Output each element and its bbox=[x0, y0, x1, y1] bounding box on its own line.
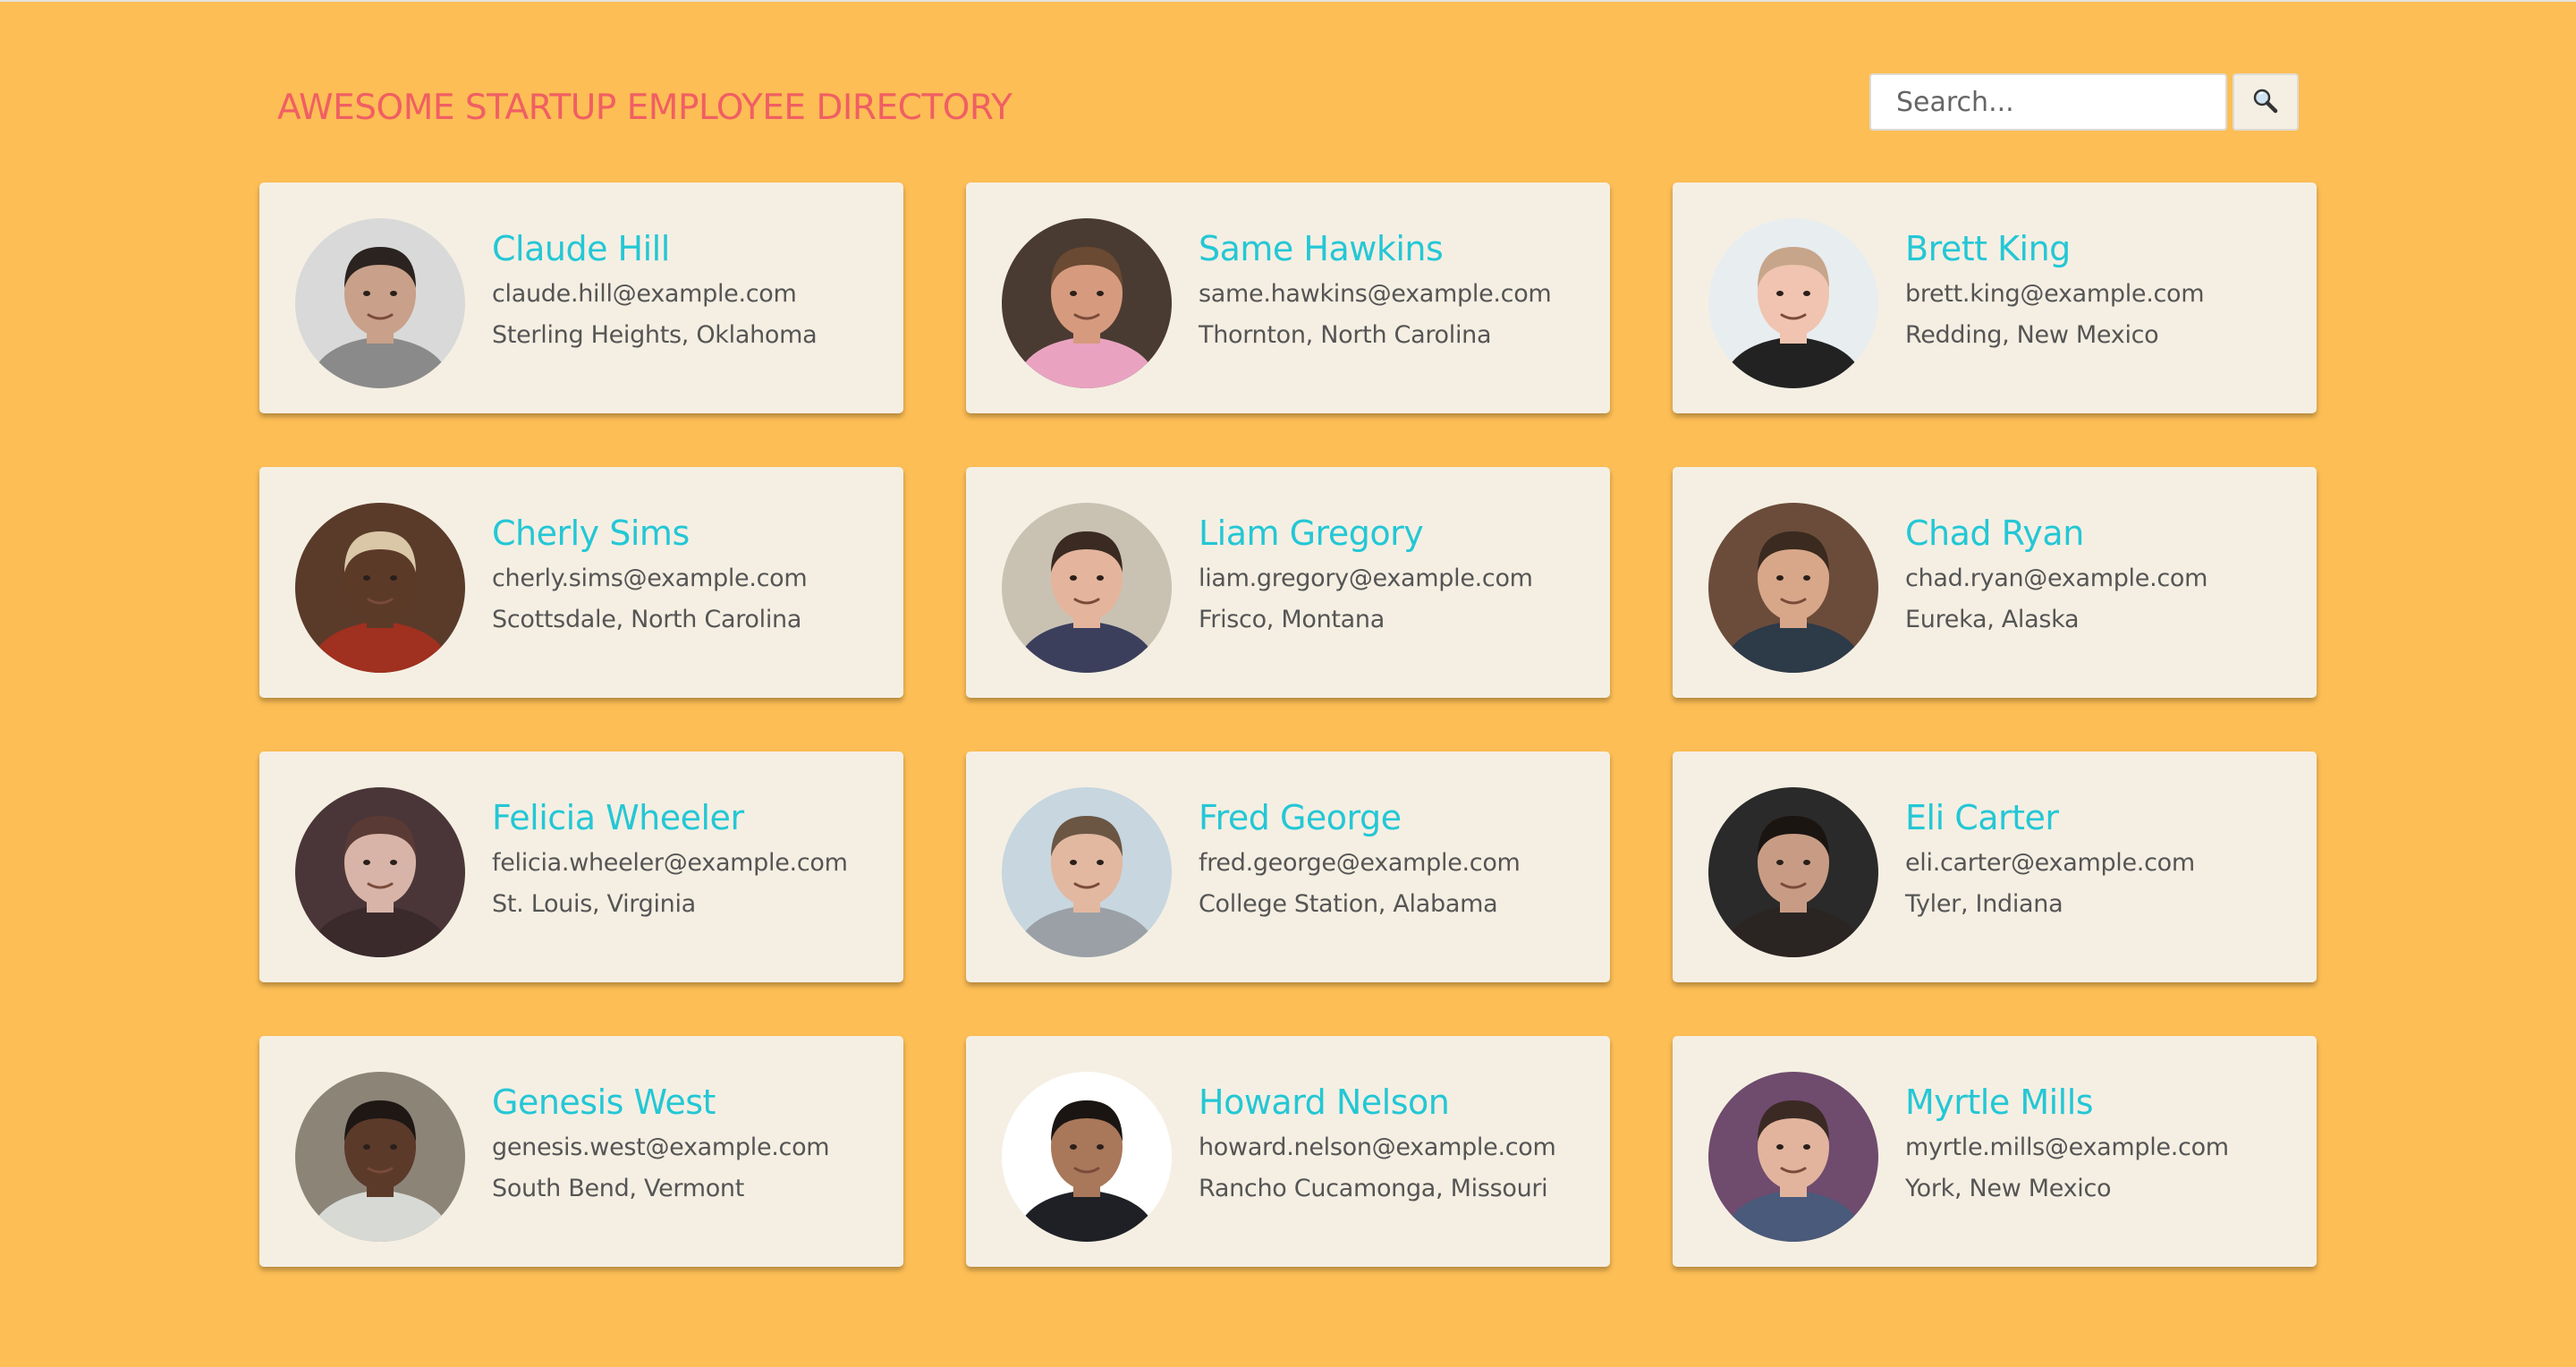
employee-card[interactable]: Chad Ryan chad.ryan@example.com Eureka, … bbox=[1673, 467, 2317, 698]
avatar-photo bbox=[295, 787, 465, 957]
employee-name: Claude Hill bbox=[492, 229, 670, 268]
avatar bbox=[295, 787, 465, 957]
employee-email: eli.carter@example.com bbox=[1905, 849, 2195, 877]
avatar bbox=[1708, 218, 1878, 388]
employee-email: claude.hill@example.com bbox=[492, 280, 797, 308]
search-input[interactable] bbox=[1869, 73, 2227, 131]
avatar bbox=[1002, 218, 1172, 388]
employee-name: Eli Carter bbox=[1905, 798, 2059, 837]
employee-card[interactable]: Genesis West genesis.west@example.com So… bbox=[259, 1036, 903, 1267]
avatar-photo bbox=[1002, 787, 1172, 957]
avatar bbox=[295, 218, 465, 388]
employee-location: Frisco, Montana bbox=[1199, 606, 1385, 633]
avatar-photo bbox=[295, 1072, 465, 1242]
employee-name: Howard Nelson bbox=[1199, 1083, 1450, 1122]
employee-name: Fred George bbox=[1199, 798, 1402, 837]
avatar-photo bbox=[1708, 787, 1878, 957]
avatar-photo bbox=[1708, 503, 1878, 673]
employee-info: Cherly Sims cherly.sims@example.com Scot… bbox=[492, 514, 886, 641]
avatar bbox=[1708, 787, 1878, 957]
employee-location: Redding, New Mexico bbox=[1905, 321, 2159, 349]
employee-email: genesis.west@example.com bbox=[492, 1134, 830, 1161]
magnifier-icon bbox=[2250, 86, 2281, 119]
employee-location: Scottsdale, North Carolina bbox=[492, 606, 802, 633]
avatar bbox=[295, 1072, 465, 1242]
employee-location: Eureka, Alaska bbox=[1905, 606, 2080, 633]
avatar-photo bbox=[295, 503, 465, 673]
employee-info: Myrtle Mills myrtle.mills@example.com Yo… bbox=[1905, 1083, 2299, 1210]
employee-card[interactable]: Felicia Wheeler felicia.wheeler@example.… bbox=[259, 751, 903, 982]
employee-email: brett.king@example.com bbox=[1905, 280, 2205, 308]
employee-email: myrtle.mills@example.com bbox=[1905, 1134, 2229, 1161]
employee-info: Felicia Wheeler felicia.wheeler@example.… bbox=[492, 798, 886, 925]
employee-card[interactable]: Same Hawkins same.hawkins@example.com Th… bbox=[966, 183, 1610, 413]
avatar-photo bbox=[1002, 503, 1172, 673]
search-form bbox=[1869, 73, 2299, 131]
employee-name: Myrtle Mills bbox=[1905, 1083, 2094, 1122]
employee-info: Same Hawkins same.hawkins@example.com Th… bbox=[1199, 229, 1592, 356]
employee-card[interactable]: Howard Nelson howard.nelson@example.com … bbox=[966, 1036, 1610, 1267]
employee-location: York, New Mexico bbox=[1905, 1175, 2112, 1202]
employee-location: Thornton, North Carolina bbox=[1199, 321, 1492, 349]
employee-info: Howard Nelson howard.nelson@example.com … bbox=[1199, 1083, 1592, 1210]
employee-name: Cherly Sims bbox=[492, 514, 690, 553]
avatar bbox=[1002, 787, 1172, 957]
employee-info: Fred George fred.george@example.com Coll… bbox=[1199, 798, 1592, 925]
employee-location: Rancho Cucamonga, Missouri bbox=[1199, 1175, 1548, 1202]
search-button[interactable] bbox=[2233, 73, 2299, 131]
avatar-photo bbox=[295, 218, 465, 388]
employee-email: same.hawkins@example.com bbox=[1199, 280, 1552, 308]
avatar-photo bbox=[1002, 1072, 1172, 1242]
avatar-photo bbox=[1002, 218, 1172, 388]
employee-card[interactable]: Claude Hill claude.hill@example.com Ster… bbox=[259, 183, 903, 413]
employee-email: felicia.wheeler@example.com bbox=[492, 849, 848, 877]
employee-name: Genesis West bbox=[492, 1083, 716, 1122]
employee-name: Brett King bbox=[1905, 229, 2071, 268]
employee-email: chad.ryan@example.com bbox=[1905, 565, 2208, 592]
employee-card[interactable]: Eli Carter eli.carter@example.com Tyler,… bbox=[1673, 751, 2317, 982]
employee-name: Chad Ryan bbox=[1905, 514, 2084, 553]
employee-location: South Bend, Vermont bbox=[492, 1175, 745, 1202]
employee-email: cherly.sims@example.com bbox=[492, 565, 808, 592]
employee-name: Same Hawkins bbox=[1199, 229, 1444, 268]
avatar bbox=[1708, 503, 1878, 673]
employee-card[interactable]: Liam Gregory liam.gregory@example.com Fr… bbox=[966, 467, 1610, 698]
employee-info: Claude Hill claude.hill@example.com Ster… bbox=[492, 229, 886, 356]
employee-email: liam.gregory@example.com bbox=[1199, 565, 1533, 592]
employee-info: Genesis West genesis.west@example.com So… bbox=[492, 1083, 886, 1210]
employee-location: Tyler, Indiana bbox=[1905, 890, 2063, 918]
employee-name: Felicia Wheeler bbox=[492, 798, 744, 837]
employee-name: Liam Gregory bbox=[1199, 514, 1424, 553]
page-title: AWESOME STARTUP EMPLOYEE DIRECTORY bbox=[277, 88, 1013, 128]
employee-info: Liam Gregory liam.gregory@example.com Fr… bbox=[1199, 514, 1592, 641]
top-border bbox=[0, 0, 2576, 2]
employee-card[interactable]: Brett King brett.king@example.com Reddin… bbox=[1673, 183, 2317, 413]
employee-location: St. Louis, Virginia bbox=[492, 890, 696, 918]
employee-email: fred.george@example.com bbox=[1199, 849, 1521, 877]
employee-info: Eli Carter eli.carter@example.com Tyler,… bbox=[1905, 798, 2299, 925]
employee-info: Brett King brett.king@example.com Reddin… bbox=[1905, 229, 2299, 356]
page-header: AWESOME STARTUP EMPLOYEE DIRECTORY bbox=[259, 72, 2299, 143]
avatar bbox=[1002, 503, 1172, 673]
employee-email: howard.nelson@example.com bbox=[1199, 1134, 1556, 1161]
employee-location: College Station, Alabama bbox=[1199, 890, 1498, 918]
employee-card[interactable]: Fred George fred.george@example.com Coll… bbox=[966, 751, 1610, 982]
avatar bbox=[1708, 1072, 1878, 1242]
employee-card[interactable]: Cherly Sims cherly.sims@example.com Scot… bbox=[259, 467, 903, 698]
employee-card[interactable]: Myrtle Mills myrtle.mills@example.com Yo… bbox=[1673, 1036, 2317, 1267]
employee-location: Sterling Heights, Oklahoma bbox=[492, 321, 818, 349]
avatar bbox=[1002, 1072, 1172, 1242]
avatar-photo bbox=[1708, 218, 1878, 388]
avatar bbox=[295, 503, 465, 673]
avatar-photo bbox=[1708, 1072, 1878, 1242]
employee-info: Chad Ryan chad.ryan@example.com Eureka, … bbox=[1905, 514, 2299, 641]
